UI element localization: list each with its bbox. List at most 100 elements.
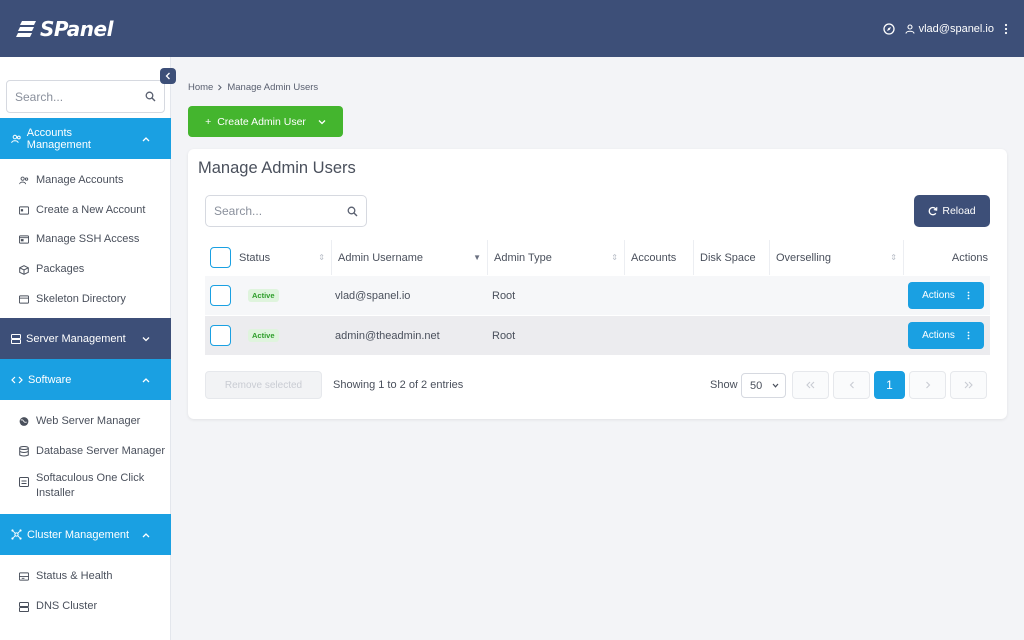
sidebar-item-label: Status & Health (36, 570, 113, 582)
status-cell: Active (248, 276, 279, 315)
sidebar-item-status-health[interactable]: Status & Health (0, 569, 171, 584)
logo-mark-icon (16, 20, 36, 37)
select-all-checkbox[interactable] (210, 247, 231, 268)
sidebar-item-label: Softaculous One Click Installer (36, 472, 145, 499)
users-icon (11, 134, 21, 143)
remove-selected-button[interactable]: Remove selected (205, 371, 322, 399)
last-page-button[interactable] (950, 371, 987, 399)
breadcrumb-home[interactable]: Home (188, 82, 213, 93)
sidebar-item-softaculous[interactable]: Softaculous One Click Installer (0, 471, 160, 501)
page-button-current[interactable]: 1 (874, 371, 905, 399)
chevron-right-icon (925, 381, 930, 389)
row-checkbox[interactable] (210, 325, 231, 346)
double-chevron-right-icon (964, 381, 973, 389)
column-admin-username[interactable]: Admin Username ▼ (331, 240, 487, 275)
user-menu[interactable]: vlad@spanel.io (905, 23, 994, 35)
section-label: Accounts Management (26, 126, 91, 151)
window-icon (19, 477, 29, 487)
sidebar-item-manage-accounts[interactable]: Manage Accounts (0, 173, 171, 188)
column-overselling[interactable]: Overselling ⇕ (769, 240, 903, 275)
sidebar-item-packages[interactable]: Packages (0, 262, 171, 277)
sidebar-item-label: Create a New Account (36, 204, 146, 216)
section-software[interactable]: Software (0, 359, 171, 400)
sidebar-item-database-server-manager[interactable]: Database Server Manager (0, 444, 171, 459)
reload-label: Reload (942, 205, 976, 217)
column-label: Admin Username (338, 251, 423, 264)
user-email: vlad@spanel.io (918, 22, 994, 35)
actions-cell: Actions (908, 316, 984, 355)
more-vertical-icon[interactable] (1004, 23, 1008, 35)
box-icon (19, 264, 29, 275)
table-row[interactable]: Active admin@theadmin.net Root Actions (205, 316, 990, 355)
sidebar-collapse-button[interactable] (160, 68, 176, 84)
sort-icon: ⇕ (611, 253, 618, 262)
health-icon (19, 572, 29, 582)
search-placeholder: Search... (214, 204, 263, 218)
create-button-label: Create Admin User (217, 115, 306, 128)
section-cluster-management[interactable]: Cluster Management (0, 514, 171, 555)
sidebar-item-label: Database Server Manager (36, 445, 166, 457)
column-label: Accounts (631, 251, 677, 264)
logo-text: SPanel (40, 16, 113, 41)
entries-info: Showing 1 to 2 of 2 entries (333, 379, 464, 391)
compass-icon[interactable] (882, 22, 895, 35)
username-cell: vlad@spanel.io (335, 289, 411, 302)
column-status[interactable]: Status ⇕ (233, 240, 331, 275)
column-actions: Actions (903, 240, 990, 275)
sidebar-item-ssh-access[interactable]: Manage SSH Access (0, 232, 171, 247)
sidebar-item-label: DNS Cluster (36, 600, 98, 612)
previous-page-button[interactable] (833, 371, 870, 399)
column-admin-type[interactable]: Admin Type ⇕ (487, 240, 624, 275)
folder-icon (19, 295, 29, 305)
table-row[interactable]: Active vlad@spanel.io Root Actions (205, 276, 990, 315)
column-label: Actions (951, 251, 988, 264)
chevron-up-icon (142, 532, 150, 538)
sidebar-item-label: Packages (36, 263, 85, 275)
top-bar: SPanel vlad@spanel.io (0, 0, 1024, 57)
actions-label: Actions (922, 330, 955, 341)
chevron-left-icon (165, 72, 170, 80)
sidebar-item-web-server-manager[interactable]: Web Server Manager (0, 414, 171, 429)
status-badge: Active (248, 329, 279, 342)
sidebar-item-create-account[interactable]: Create a New Account (0, 203, 171, 218)
column-label: Overselling (776, 251, 832, 264)
username-cell: admin@theadmin.net (335, 329, 440, 342)
page-title: Manage Admin Users (198, 159, 356, 177)
actions-button[interactable]: Actions (908, 282, 984, 309)
page-size-select[interactable]: 50 (741, 373, 786, 398)
refresh-icon (928, 206, 938, 216)
table-search-input[interactable]: Search... (205, 195, 367, 227)
sidebar-item-label: Manage SSH Access (36, 233, 140, 245)
cluster-icon (11, 529, 22, 540)
sidebar-search-input[interactable]: Search... (6, 80, 165, 113)
chevron-left-icon (849, 381, 854, 389)
reload-button[interactable]: Reload (914, 195, 990, 227)
sidebar-item-dns-cluster[interactable]: DNS Cluster (0, 599, 171, 614)
chevron-down-icon (772, 383, 779, 388)
spanel-logo[interactable]: SPanel (16, 17, 113, 41)
create-admin-user-button[interactable]: + Create Admin User (188, 106, 343, 137)
section-accounts-management[interactable]: Accounts Management (0, 118, 171, 159)
column-accounts[interactable]: Accounts (624, 240, 693, 275)
code-icon (11, 376, 23, 383)
users-icon (19, 176, 29, 186)
section-server-management[interactable]: Server Management (0, 318, 171, 359)
next-page-button[interactable] (909, 371, 946, 399)
server-icon (11, 333, 21, 344)
column-disk-space[interactable]: Disk Space (693, 240, 769, 275)
row-checkbox[interactable] (210, 285, 231, 306)
first-page-button[interactable] (792, 371, 829, 399)
actions-button[interactable]: Actions (908, 322, 984, 349)
table-header: Status ⇕ Admin Username ▼ Admin Type ⇕ Acco… (205, 240, 990, 275)
column-label: Disk Space (700, 251, 756, 264)
double-chevron-left-icon (806, 381, 815, 389)
admin-type-cell: Root (492, 289, 516, 302)
chevron-down-icon (318, 119, 326, 124)
sidebar-item-skeleton-directory[interactable]: Skeleton Directory (0, 292, 171, 307)
terminal-icon (19, 235, 29, 245)
search-icon (145, 91, 156, 102)
status-badge: Active (248, 289, 279, 302)
id-card-icon (19, 206, 29, 216)
user-icon (905, 23, 915, 34)
column-label: Status (239, 251, 271, 264)
